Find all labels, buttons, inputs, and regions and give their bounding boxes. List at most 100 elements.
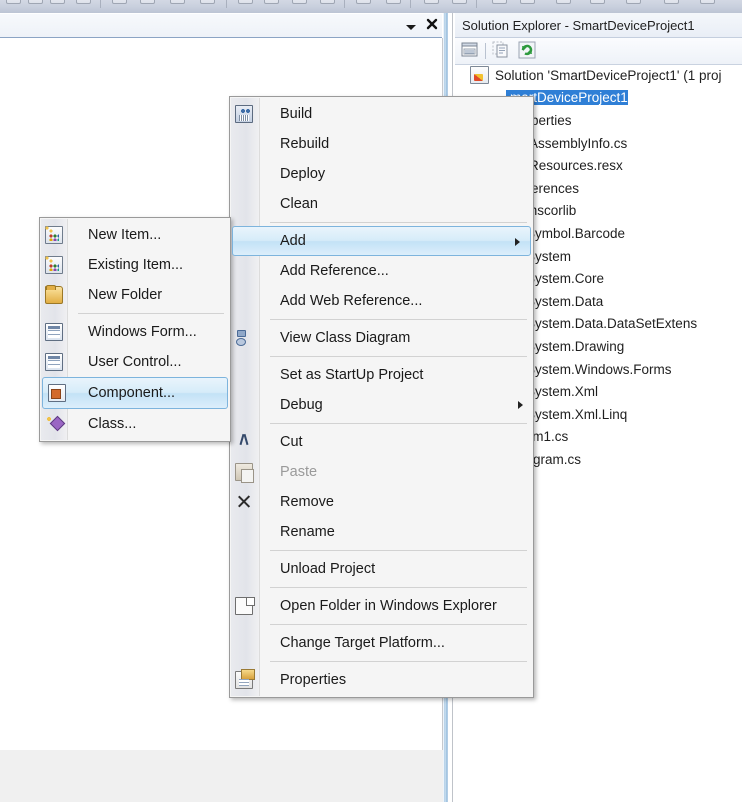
main-toolbar-strip[interactable] bbox=[0, 0, 742, 14]
toolbar-icon[interactable] bbox=[356, 0, 371, 4]
tree-item-label: AssemblyInfo.cs bbox=[529, 135, 628, 151]
toolbar-icon[interactable] bbox=[112, 0, 127, 4]
context-menu-item-add-web-reference[interactable]: Add Web Reference... bbox=[230, 286, 533, 316]
toolbar-icon[interactable] bbox=[520, 0, 535, 4]
class-icon bbox=[45, 415, 63, 433]
properties-icon bbox=[235, 669, 255, 689]
existing-item-icon bbox=[45, 256, 63, 274]
toolbar-icon[interactable] bbox=[452, 0, 467, 4]
document-tab-strip bbox=[0, 14, 442, 38]
refresh-glyph bbox=[518, 41, 536, 59]
menu-separator bbox=[270, 587, 527, 588]
menu-separator bbox=[78, 313, 224, 314]
toolbar-icon[interactable] bbox=[492, 0, 507, 4]
toolbar-separator bbox=[100, 0, 101, 8]
toolbar-separator bbox=[410, 0, 411, 8]
build-icon bbox=[235, 105, 253, 123]
toolbar-icon[interactable] bbox=[170, 0, 185, 4]
new-item-icon bbox=[45, 226, 63, 244]
context-menu-item-debug[interactable]: Debug bbox=[230, 390, 533, 420]
close-glyph bbox=[426, 18, 438, 30]
menu-separator bbox=[270, 423, 527, 424]
add-submenu-item-existing-item[interactable]: Existing Item... bbox=[40, 250, 230, 280]
user-control-icon bbox=[45, 353, 63, 371]
chevron-down-glyph bbox=[406, 25, 416, 30]
toolbar-icon[interactable] bbox=[292, 0, 307, 4]
toolbar-separator bbox=[226, 0, 227, 8]
add-submenu-item-component[interactable]: Component... bbox=[42, 377, 228, 409]
chevron-down-icon[interactable] bbox=[404, 20, 418, 32]
menu-separator bbox=[270, 624, 527, 625]
toolbar-icon[interactable] bbox=[200, 0, 215, 4]
menu-item-label: Rebuild bbox=[280, 136, 330, 152]
add-submenu[interactable]: New Item... Existing Item... New Folder Win… bbox=[39, 217, 231, 442]
tree-item-label: System.Drawing bbox=[526, 338, 625, 354]
context-menu-item-unload-project[interactable]: Unload Project bbox=[230, 554, 533, 584]
menu-item-label: Unload Project bbox=[280, 561, 376, 577]
menu-separator bbox=[270, 222, 527, 223]
tree-item-label: System.Data.DataSetExtens bbox=[526, 316, 698, 332]
context-menu-item-clean[interactable]: Clean bbox=[230, 189, 533, 219]
toolbar-icon[interactable] bbox=[140, 0, 155, 4]
context-menu-item-build[interactable]: Build bbox=[230, 99, 533, 129]
toolbar-icon[interactable] bbox=[28, 0, 43, 4]
toolbar-separator bbox=[344, 0, 345, 8]
menu-item-label: Set as StartUp Project bbox=[280, 367, 424, 383]
toolbar-icon[interactable] bbox=[76, 0, 91, 4]
toolbar-icon[interactable] bbox=[626, 0, 641, 4]
menu-item-list: New Item... Existing Item... New Folder Win… bbox=[40, 220, 230, 439]
context-menu-item-paste: Paste bbox=[230, 457, 533, 487]
remove-x-icon bbox=[235, 493, 253, 511]
tree-item[interactable]: Solution 'SmartDeviceProject1' (1 proj bbox=[455, 64, 742, 87]
context-menu-item-view-class-diagram[interactable]: View Class Diagram bbox=[230, 323, 533, 353]
show-all-files-icon[interactable] bbox=[491, 41, 513, 61]
add-submenu-item-windows-form[interactable]: Windows Form... bbox=[40, 317, 230, 347]
menu-item-label: Change Target Platform... bbox=[280, 635, 445, 651]
add-submenu-item-class[interactable]: Class... bbox=[40, 409, 230, 439]
context-menu-item-properties[interactable]: Properties bbox=[230, 665, 533, 695]
menu-item-label: Add Reference... bbox=[280, 263, 389, 279]
close-icon[interactable] bbox=[424, 17, 440, 33]
toolbar-icon[interactable] bbox=[590, 0, 605, 4]
toolbar-icon[interactable] bbox=[50, 0, 65, 4]
toolbar-separator bbox=[485, 43, 486, 59]
project-context-menu[interactable]: Build Rebuild Deploy Clean Add Add Reference.… bbox=[229, 96, 534, 698]
component-icon bbox=[48, 384, 66, 402]
context-menu-item-cut[interactable]: Cut bbox=[230, 427, 533, 457]
submenu-arrow-icon bbox=[518, 401, 523, 409]
tree-item-label: Solution 'SmartDeviceProject1' (1 proj bbox=[495, 67, 722, 83]
properties-glyph bbox=[461, 42, 478, 57]
context-menu-item-rename[interactable]: Rename bbox=[230, 517, 533, 547]
toolbar-icon[interactable] bbox=[664, 0, 679, 4]
toolbar-icon[interactable] bbox=[320, 0, 335, 4]
add-submenu-item-user-control[interactable]: User Control... bbox=[40, 347, 230, 377]
toolbar-icon[interactable] bbox=[264, 0, 279, 4]
menu-item-label: Open Folder in Windows Explorer bbox=[280, 598, 497, 614]
paste-icon bbox=[235, 463, 254, 483]
context-menu-item-open-folder-in-windows-explorer[interactable]: Open Folder in Windows Explorer bbox=[230, 591, 533, 621]
context-menu-item-change-target-platform[interactable]: Change Target Platform... bbox=[230, 628, 533, 658]
windows-form-icon bbox=[45, 323, 63, 341]
menu-item-label: Rename bbox=[280, 524, 335, 540]
toolbar-icon[interactable] bbox=[700, 0, 715, 4]
menu-item-label: Add bbox=[280, 233, 306, 249]
solution-explorer-title: Solution Explorer - SmartDeviceProject1 bbox=[455, 13, 742, 38]
menu-separator bbox=[270, 356, 527, 357]
context-menu-item-set-as-startup-project[interactable]: Set as StartUp Project bbox=[230, 360, 533, 390]
menu-item-label: Clean bbox=[280, 196, 318, 212]
add-submenu-item-new-item[interactable]: New Item... bbox=[40, 220, 230, 250]
context-menu-item-remove[interactable]: Remove bbox=[230, 487, 533, 517]
toolbar-icon[interactable] bbox=[6, 0, 21, 4]
toolbar-icon[interactable] bbox=[556, 0, 571, 4]
toolbar-icon[interactable] bbox=[386, 0, 401, 4]
toolbar-icon[interactable] bbox=[238, 0, 253, 4]
add-submenu-item-new-folder[interactable]: New Folder bbox=[40, 280, 230, 310]
context-menu-item-add[interactable]: Add bbox=[232, 226, 531, 256]
context-menu-item-add-reference[interactable]: Add Reference... bbox=[230, 256, 533, 286]
context-menu-item-rebuild[interactable]: Rebuild bbox=[230, 129, 533, 159]
toolbar-icon[interactable] bbox=[424, 0, 439, 4]
solution-explorer-toolbar bbox=[455, 38, 742, 65]
context-menu-item-deploy[interactable]: Deploy bbox=[230, 159, 533, 189]
properties-icon[interactable] bbox=[460, 41, 482, 61]
refresh-icon[interactable] bbox=[517, 41, 539, 61]
